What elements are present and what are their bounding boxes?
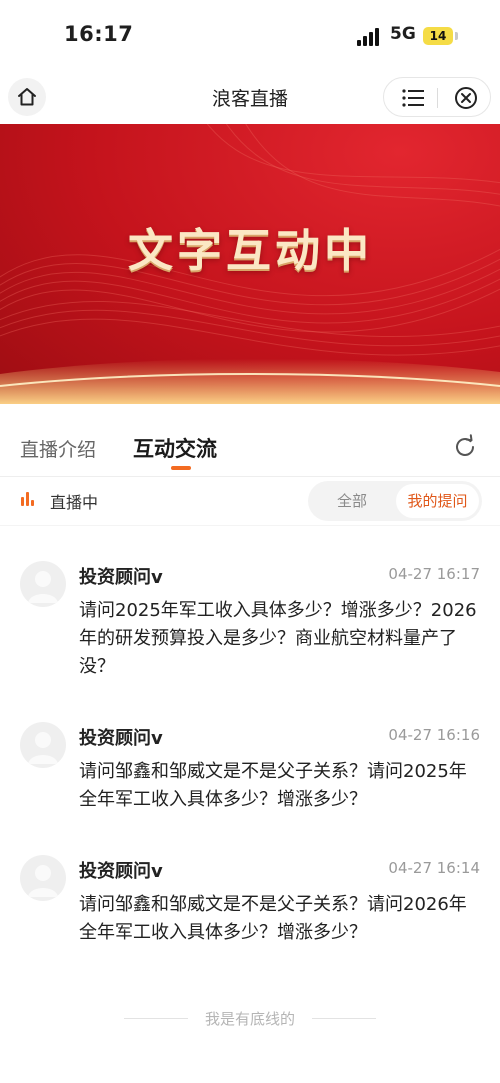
message-author: 投资顾问v	[79, 567, 163, 588]
filter-my-questions-button[interactable]: 我的提问	[396, 484, 479, 518]
tab-interaction[interactable]: 互动交流	[133, 433, 217, 463]
status-bar: 16:17 5G 14	[0, 0, 500, 72]
live-status-label: 直播中	[50, 493, 99, 512]
divider	[0, 525, 500, 526]
live-bars-icon	[21, 492, 37, 506]
avatar	[20, 722, 66, 768]
message-author: 投资顾问v	[79, 728, 163, 749]
filter-all-button[interactable]: 全部	[308, 481, 396, 521]
message-time: 04-27 16:17	[388, 565, 480, 583]
mini-program-capsule	[383, 77, 491, 117]
battery-level: 14	[429, 29, 447, 43]
message-text: 请问邹鑫和邹威文是不是父子关系？请问2025年全年军工收入具体多少？增涨多少？	[79, 761, 467, 810]
list-end-indicator: 我是有底线的	[0, 1006, 500, 1030]
network-label: 5G	[390, 24, 416, 44]
user-avatar-icon	[28, 865, 58, 897]
live-status-row: 直播中 全部 我的提问	[0, 477, 500, 525]
capsule-divider	[437, 88, 438, 108]
battery-icon: 14	[423, 27, 453, 45]
close-circle-icon[interactable]	[454, 86, 478, 110]
live-banner: 文字互动中	[0, 124, 500, 404]
avatar	[20, 561, 66, 607]
divider	[312, 1018, 376, 1019]
message-time: 04-27 16:14	[388, 859, 480, 877]
status-time: 16:17	[64, 22, 134, 46]
list-end-text: 我是有底线的	[204, 1010, 295, 1028]
nav-bar: 浪客直播	[0, 72, 500, 124]
message-text: 请问邹鑫和邹威文是不是父子关系？请问2026年全年军工收入具体多少？增涨多少？	[79, 894, 467, 943]
user-avatar-icon	[28, 571, 58, 603]
banner-title: 文字互动中	[128, 224, 374, 277]
message-author: 投资顾问v	[79, 861, 163, 882]
user-avatar-icon	[28, 732, 58, 764]
avatar	[20, 855, 66, 901]
message-text: 请问2025年军工收入具体多少？增涨多少？2026年的研发预算投入是多少？商业航…	[79, 600, 477, 677]
refresh-icon[interactable]	[452, 434, 478, 460]
message-time: 04-27 16:16	[388, 726, 480, 744]
question-filter: 全部 我的提问	[308, 481, 482, 521]
menu-icon[interactable]	[402, 88, 424, 108]
signal-icon	[357, 28, 383, 46]
live-page: 16:17 5G 14 浪客直播 文字互动中 直播介绍 互动交流 直播中 全部 …	[0, 0, 500, 1083]
tab-live-intro[interactable]: 直播介绍	[20, 435, 96, 462]
tab-bar: 直播介绍 互动交流	[0, 404, 500, 476]
battery-nub	[455, 32, 458, 40]
active-tab-indicator	[171, 466, 191, 470]
